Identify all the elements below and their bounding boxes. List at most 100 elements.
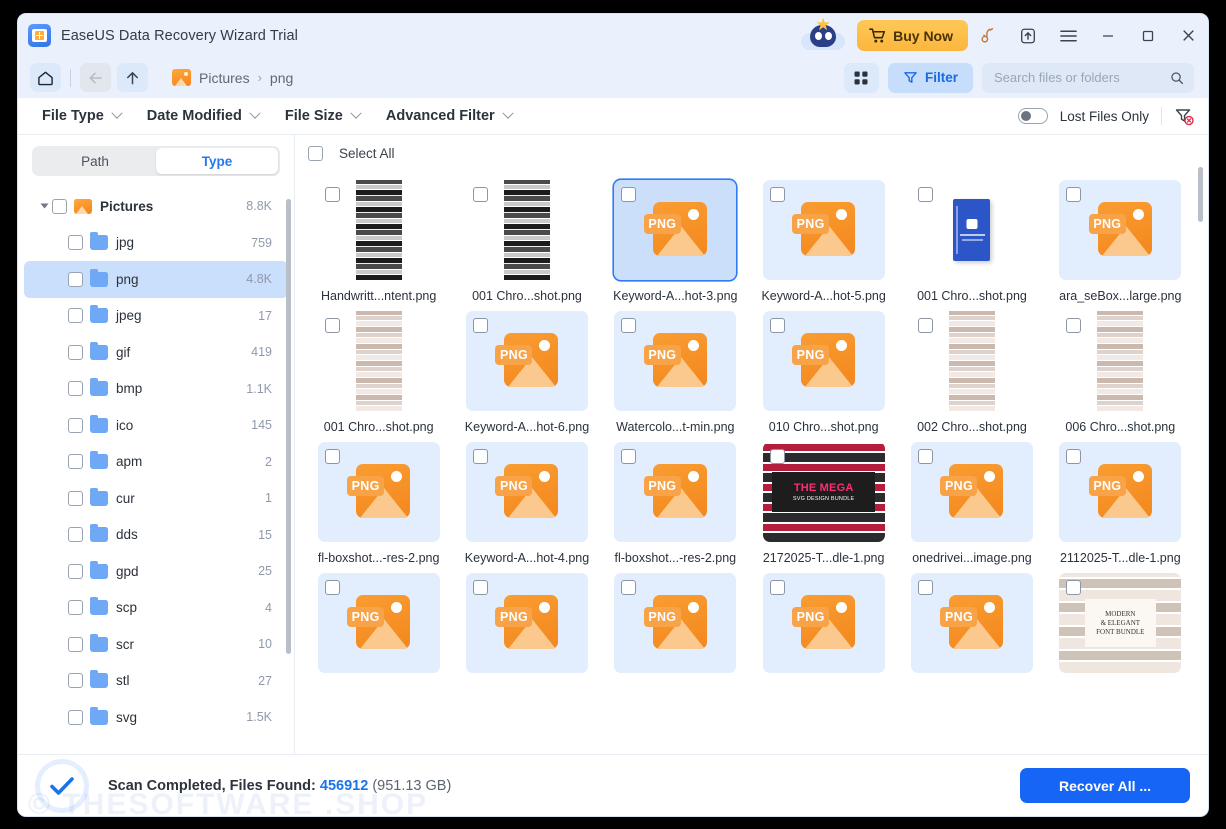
file-thumbnail[interactable]: MODERN & ELEGANT FONT BUNDLE [1059, 573, 1182, 673]
key-icon-button[interactable] [968, 14, 1008, 57]
close-button[interactable] [1168, 14, 1208, 57]
file-cell[interactable]: PNG [898, 565, 1045, 682]
file-checkbox[interactable] [621, 449, 637, 464]
file-checkbox[interactable] [769, 580, 785, 595]
tree-checkbox[interactable] [68, 344, 83, 360]
file-checkbox[interactable] [1066, 187, 1082, 202]
lost-files-only-toggle[interactable] [1017, 108, 1048, 124]
sidebar-item-apm[interactable]: apm 2 [24, 444, 288, 481]
file-thumbnail[interactable] [465, 180, 588, 280]
file-thumbnail[interactable]: PNG [614, 180, 737, 280]
filter-file-type[interactable]: File Type [42, 107, 123, 124]
file-cell[interactable]: 001 Chro...shot.png [898, 172, 1045, 303]
view-mode-button[interactable] [843, 62, 879, 93]
file-thumbnail[interactable] [910, 180, 1033, 280]
file-cell[interactable]: PNG 2112025-T...dle-1.png [1047, 434, 1194, 565]
upgrade-icon-button[interactable] [1008, 14, 1048, 57]
file-checkbox[interactable] [917, 449, 933, 464]
tree-checkbox[interactable] [52, 198, 67, 214]
file-cell[interactable]: PNG [305, 565, 452, 682]
breadcrumb-item-pictures[interactable]: Pictures [199, 70, 250, 86]
file-thumbnail[interactable]: PNG [1059, 442, 1182, 542]
tree-checkbox[interactable] [68, 381, 83, 397]
sidebar-item-dds[interactable]: dds 15 [24, 517, 288, 554]
file-thumbnail[interactable]: PNG [1059, 180, 1182, 280]
tab-path[interactable]: Path [34, 148, 156, 174]
file-checkbox[interactable] [917, 318, 933, 333]
file-cell[interactable]: PNG [602, 565, 749, 682]
file-cell[interactable]: PNG [453, 565, 600, 682]
file-checkbox[interactable] [769, 449, 785, 464]
file-thumbnail[interactable] [1059, 311, 1182, 411]
file-cell[interactable]: 006 Chro...shot.png [1047, 303, 1194, 434]
file-checkbox[interactable] [917, 580, 933, 595]
file-thumbnail[interactable]: PNG [317, 573, 440, 673]
file-checkbox[interactable] [769, 187, 785, 202]
file-thumbnail[interactable]: THE MEGA SVG DESIGN BUNDLE [762, 442, 885, 542]
file-cell[interactable]: MODERN & ELEGANT FONT BUNDLE [1047, 565, 1194, 682]
tree-checkbox[interactable] [68, 527, 83, 543]
sidebar-scrollbar-thumb[interactable] [286, 199, 291, 654]
file-cell[interactable]: 001 Chro...shot.png [453, 172, 600, 303]
search-input[interactable] [994, 70, 1170, 85]
breadcrumb-item-png[interactable]: png [270, 70, 293, 86]
sidebar-item-scp[interactable]: scp 4 [24, 590, 288, 627]
file-thumbnail[interactable]: PNG [465, 311, 588, 411]
tree-checkbox[interactable] [68, 454, 83, 470]
file-checkbox[interactable] [1066, 449, 1082, 464]
file-thumbnail[interactable] [910, 311, 1033, 411]
file-checkbox[interactable] [621, 318, 637, 333]
sidebar-item-stl[interactable]: stl 27 [24, 663, 288, 700]
filter-date-modified[interactable]: Date Modified [147, 107, 261, 124]
sidebar-item-scr[interactable]: scr 10 [24, 626, 288, 663]
tree-checkbox[interactable] [68, 271, 83, 287]
tree-checkbox[interactable] [68, 417, 83, 433]
buy-now-button[interactable]: Buy Now [857, 20, 968, 51]
sidebar-item-svg[interactable]: svg 1.5K [24, 699, 288, 736]
maximize-button[interactable] [1128, 14, 1168, 57]
tree-checkbox[interactable] [68, 673, 83, 689]
sidebar-item-gif[interactable]: gif 419 [24, 334, 288, 371]
sidebar-item-bmp[interactable]: bmp 1.1K [24, 371, 288, 408]
tree-checkbox[interactable] [68, 600, 83, 616]
clear-filter-icon[interactable] [1174, 107, 1194, 126]
select-all-row[interactable]: Select All [295, 135, 1208, 172]
file-checkbox[interactable] [472, 580, 488, 595]
file-checkbox[interactable] [917, 187, 933, 202]
file-thumbnail[interactable]: PNG [762, 180, 885, 280]
filter-file-size[interactable]: File Size [285, 107, 362, 124]
file-thumbnail[interactable]: PNG [317, 442, 440, 542]
tree-checkbox[interactable] [68, 490, 83, 506]
file-cell[interactable]: PNG Keyword-A...hot-4.png [453, 434, 600, 565]
up-button[interactable] [117, 63, 148, 92]
tree-checkbox[interactable] [68, 563, 83, 579]
file-thumbnail[interactable] [317, 311, 440, 411]
file-checkbox[interactable] [769, 318, 785, 333]
file-checkbox[interactable] [621, 580, 637, 595]
tree-checkbox[interactable] [68, 235, 83, 251]
file-checkbox[interactable] [324, 580, 340, 595]
file-thumbnail[interactable]: PNG [762, 573, 885, 673]
file-cell[interactable]: PNG fl-boxshot...-res-2.png [305, 434, 452, 565]
file-checkbox[interactable] [621, 187, 637, 202]
file-thumbnail[interactable]: PNG [465, 573, 588, 673]
sidebar-item-jpeg[interactable]: jpeg 17 [24, 298, 288, 335]
file-cell[interactable]: Handwritt...ntent.png [305, 172, 452, 303]
minimize-button[interactable] [1088, 14, 1128, 57]
file-thumbnail[interactable]: PNG [614, 442, 737, 542]
caret-icon[interactable] [40, 203, 49, 209]
file-thumbnail[interactable]: PNG [910, 573, 1033, 673]
search-icon[interactable] [1170, 70, 1184, 86]
tree-checkbox[interactable] [68, 709, 83, 725]
file-thumbnail[interactable]: PNG [910, 442, 1033, 542]
file-checkbox[interactable] [1066, 318, 1082, 333]
file-cell[interactable]: PNG Keyword-A...hot-6.png [453, 303, 600, 434]
file-cell[interactable]: PNG Keyword-A...hot-3.png [602, 172, 749, 303]
file-thumbnail[interactable]: PNG [465, 442, 588, 542]
file-checkbox[interactable] [472, 449, 488, 464]
file-cell[interactable]: PNG [750, 565, 897, 682]
file-thumbnail[interactable]: PNG [614, 573, 737, 673]
tree-checkbox[interactable] [68, 308, 83, 324]
sidebar-item-gpd[interactable]: gpd 25 [24, 553, 288, 590]
recover-all-button[interactable]: Recover All ... [1020, 768, 1190, 803]
